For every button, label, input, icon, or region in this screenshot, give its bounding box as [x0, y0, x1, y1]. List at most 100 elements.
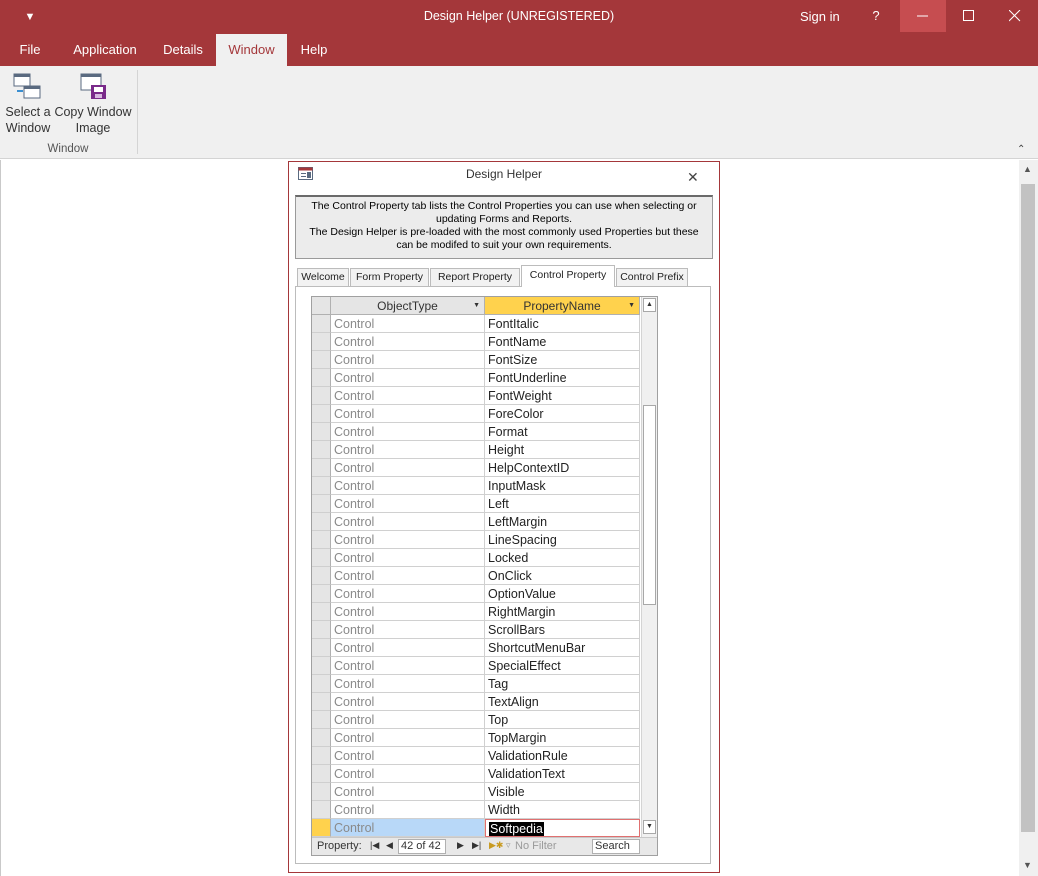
select-window-button[interactable]: Select a Window: [4, 72, 52, 136]
record-selector[interactable]: [312, 747, 331, 765]
propertyname-cell[interactable]: ShortcutMenuBar: [485, 639, 640, 657]
collapse-ribbon-icon[interactable]: ⌃: [1017, 144, 1025, 155]
objecttype-cell[interactable]: Control: [331, 693, 485, 711]
propertyname-cell[interactable]: FontSize: [485, 351, 640, 369]
tab-details[interactable]: Details: [154, 34, 212, 66]
objecttype-cell[interactable]: Control: [331, 657, 485, 675]
propertyname-cell[interactable]: Height: [485, 441, 640, 459]
table-row[interactable]: Control RightMargin: [312, 603, 640, 621]
propertyname-cell[interactable]: LeftMargin: [485, 513, 640, 531]
record-selector[interactable]: [312, 423, 331, 441]
propertyname-cell[interactable]: HelpContextID: [485, 459, 640, 477]
objecttype-cell[interactable]: Control: [331, 711, 485, 729]
current-table-row[interactable]: Control Softpedia: [312, 819, 640, 837]
objecttype-cell[interactable]: Control: [331, 387, 485, 405]
record-selector[interactable]: [312, 585, 331, 603]
propertyname-cell[interactable]: Width: [485, 801, 640, 819]
record-selector[interactable]: [312, 693, 331, 711]
table-row[interactable]: Control FontSize: [312, 351, 640, 369]
objecttype-cell[interactable]: Control: [331, 441, 485, 459]
table-row[interactable]: Control HelpContextID: [312, 459, 640, 477]
minimize-button[interactable]: [900, 0, 946, 32]
selected-text[interactable]: Softpedia: [489, 822, 544, 836]
propertyname-cell[interactable]: SpecialEffect: [485, 657, 640, 675]
objecttype-cell[interactable]: Control: [331, 603, 485, 621]
record-selector[interactable]: [312, 531, 331, 549]
propertyname-cell[interactable]: TopMargin: [485, 729, 640, 747]
table-row[interactable]: Control FontWeight: [312, 387, 640, 405]
objecttype-cell[interactable]: Control: [331, 783, 485, 801]
record-selector[interactable]: [312, 549, 331, 567]
table-row[interactable]: Control OnClick: [312, 567, 640, 585]
tab-window[interactable]: Window: [216, 34, 287, 66]
scrollbar-thumb[interactable]: [643, 405, 656, 605]
record-selector[interactable]: [312, 477, 331, 495]
table-row[interactable]: Control ValidationText: [312, 765, 640, 783]
table-row[interactable]: Control LeftMargin: [312, 513, 640, 531]
objecttype-cell[interactable]: Control: [331, 585, 485, 603]
objecttype-cell[interactable]: Control: [331, 765, 485, 783]
objecttype-cell[interactable]: Control: [331, 549, 485, 567]
scrollbar-thumb[interactable]: [1021, 184, 1035, 832]
propertyname-cell[interactable]: TextAlign: [485, 693, 640, 711]
record-selector[interactable]: [312, 603, 331, 621]
propertyname-cell[interactable]: Softpedia: [485, 819, 640, 837]
propertyname-cell[interactable]: Format: [485, 423, 640, 441]
table-row[interactable]: Control Format: [312, 423, 640, 441]
propertyname-cell[interactable]: Locked: [485, 549, 640, 567]
filter-dropdown-icon[interactable]: ▼: [473, 297, 480, 315]
record-selector[interactable]: [312, 441, 331, 459]
propertyname-cell[interactable]: FontWeight: [485, 387, 640, 405]
objecttype-cell[interactable]: Control: [331, 567, 485, 585]
table-row[interactable]: Control ValidationRule: [312, 747, 640, 765]
propertyname-cell[interactable]: LineSpacing: [485, 531, 640, 549]
objecttype-cell[interactable]: Control: [331, 495, 485, 513]
scroll-up-icon[interactable]: ▲: [643, 298, 656, 312]
quick-access-dropdown-icon[interactable]: ▼: [20, 8, 40, 26]
tab-control-prefix[interactable]: Control Prefix: [616, 268, 688, 286]
tab-file[interactable]: File: [8, 34, 52, 66]
record-selector[interactable]: [312, 459, 331, 477]
next-record-icon[interactable]: ▶: [457, 840, 464, 851]
propertyname-cell[interactable]: Top: [485, 711, 640, 729]
table-row[interactable]: Control FontUnderline: [312, 369, 640, 387]
table-row[interactable]: Control ScrollBars: [312, 621, 640, 639]
propertyname-cell[interactable]: Left: [485, 495, 640, 513]
record-selector[interactable]: [312, 801, 331, 819]
objecttype-cell[interactable]: Control: [331, 423, 485, 441]
tab-report-property[interactable]: Report Property: [430, 268, 520, 286]
record-selector[interactable]: [312, 513, 331, 531]
objecttype-cell[interactable]: Control: [331, 801, 485, 819]
propertyname-cell[interactable]: ValidationRule: [485, 747, 640, 765]
objecttype-cell[interactable]: Control: [331, 531, 485, 549]
record-selector[interactable]: [312, 387, 331, 405]
propertyname-cell[interactable]: FontName: [485, 333, 640, 351]
objecttype-cell[interactable]: Control: [331, 639, 485, 657]
table-row[interactable]: Control Top: [312, 711, 640, 729]
column-header-objecttype[interactable]: ObjectType ▼: [331, 297, 485, 315]
propertyname-cell[interactable]: InputMask: [485, 477, 640, 495]
workspace-scrollbar[interactable]: ▲ ▼: [1019, 160, 1038, 876]
objecttype-cell[interactable]: Control: [331, 315, 485, 333]
propertyname-cell[interactable]: ValidationText: [485, 765, 640, 783]
copy-window-image-button[interactable]: Copy Window Image: [54, 72, 132, 136]
objecttype-cell[interactable]: Control: [331, 351, 485, 369]
table-row[interactable]: Control TextAlign: [312, 693, 640, 711]
record-selector[interactable]: [312, 711, 331, 729]
objecttype-cell[interactable]: Control: [331, 513, 485, 531]
objecttype-cell[interactable]: Control: [331, 729, 485, 747]
record-selector[interactable]: [312, 315, 331, 333]
tab-help[interactable]: Help: [292, 34, 336, 66]
propertyname-cell[interactable]: Tag: [485, 675, 640, 693]
close-button[interactable]: [992, 0, 1038, 32]
propertyname-cell[interactable]: OptionValue: [485, 585, 640, 603]
first-record-icon[interactable]: |◀: [370, 840, 379, 851]
scroll-down-icon[interactable]: ▼: [1023, 860, 1032, 870]
tab-application[interactable]: Application: [64, 34, 146, 66]
objecttype-cell[interactable]: Control: [331, 477, 485, 495]
record-selector[interactable]: [312, 333, 331, 351]
propertyname-cell[interactable]: OnClick: [485, 567, 640, 585]
scroll-down-icon[interactable]: ▼: [643, 820, 656, 834]
objecttype-cell[interactable]: Control: [331, 621, 485, 639]
table-row[interactable]: Control Visible: [312, 783, 640, 801]
